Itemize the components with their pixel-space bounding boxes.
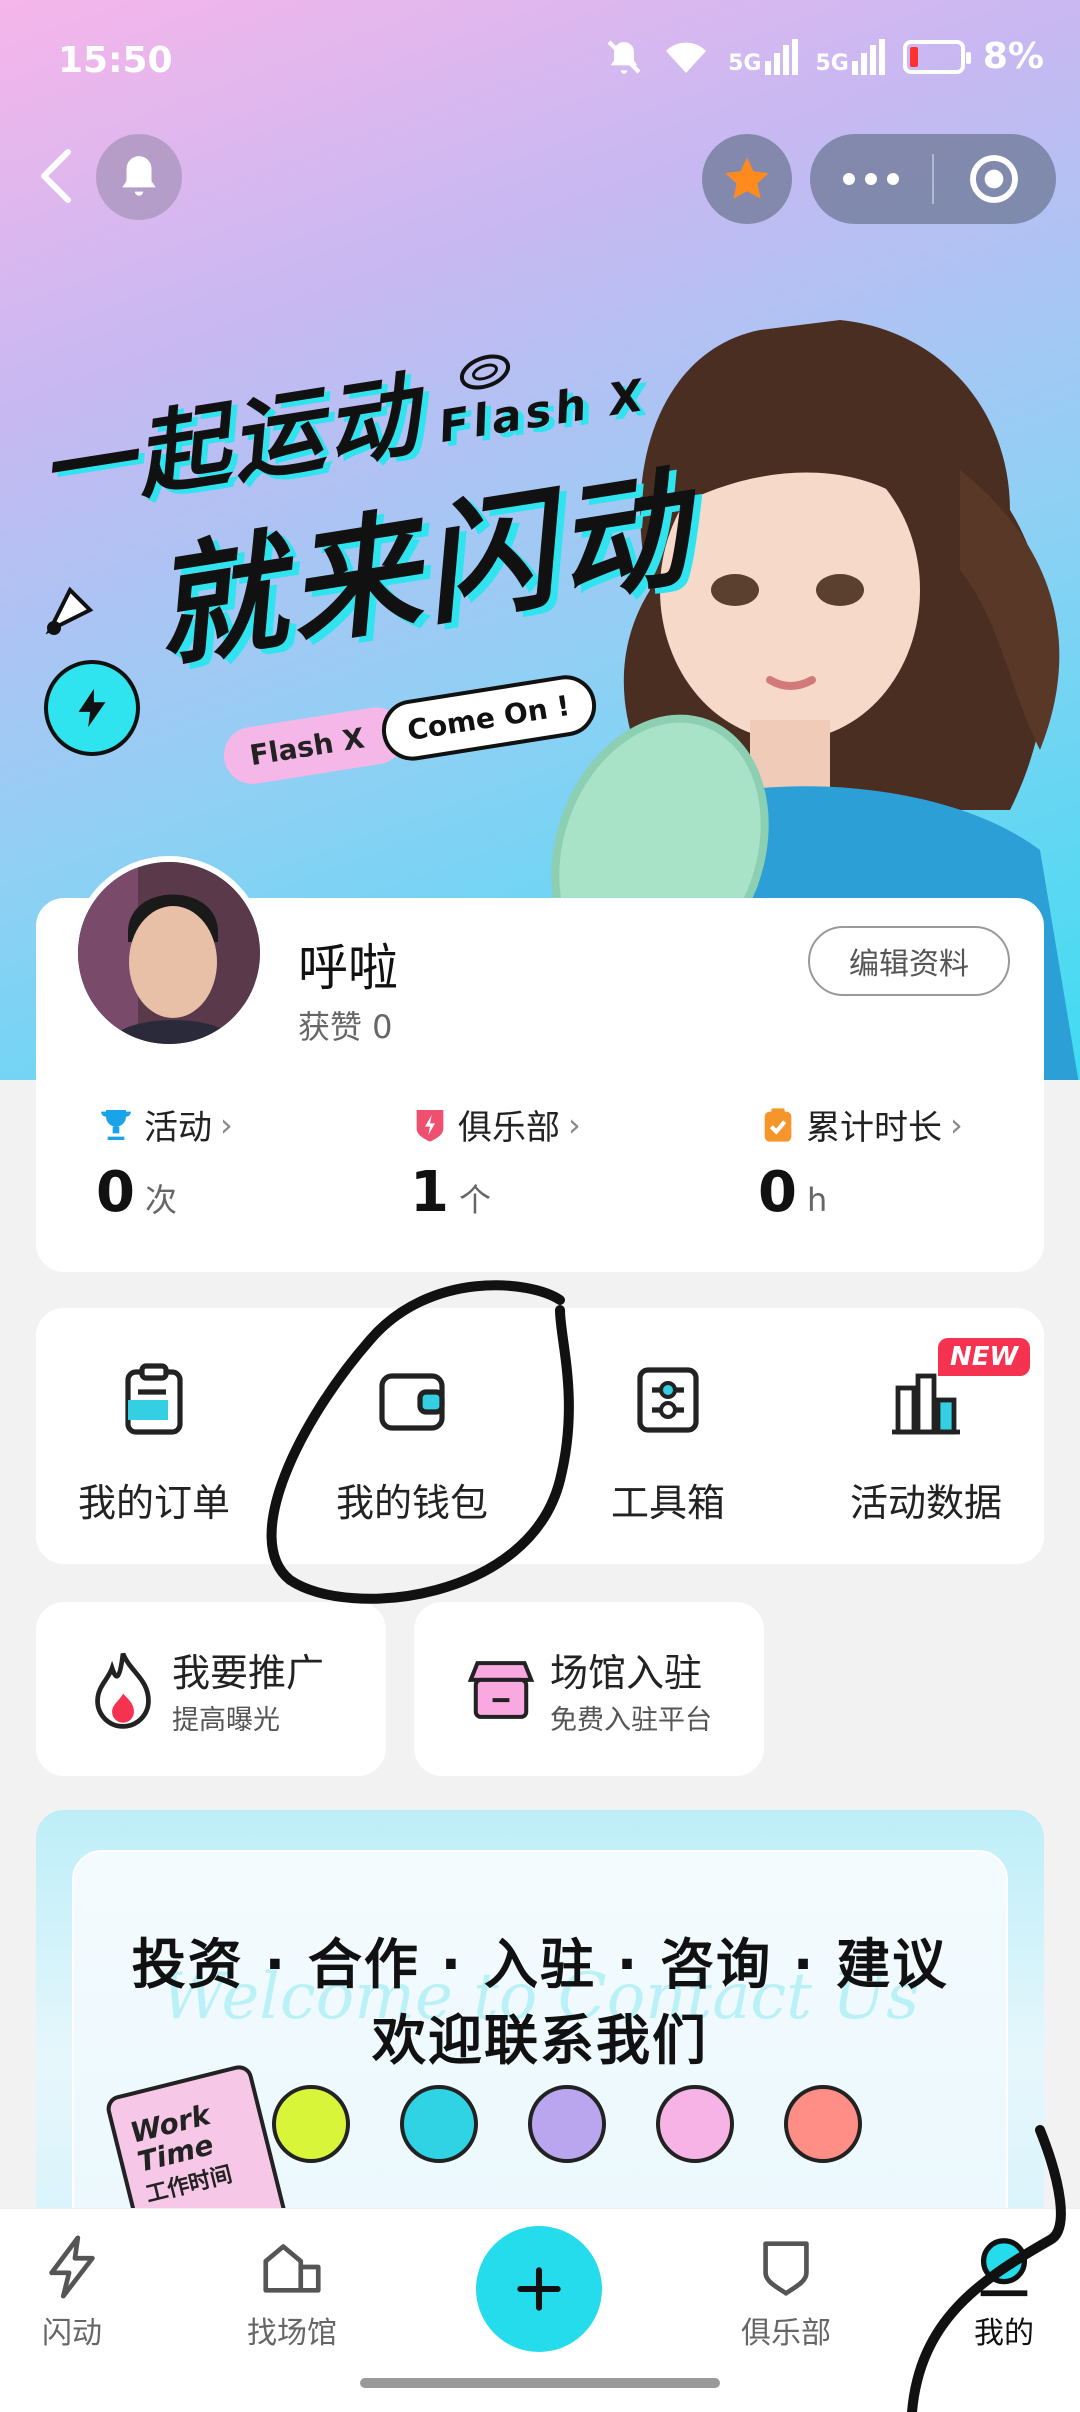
tennis-ball-icon — [272, 2085, 350, 2163]
stat-total-duration[interactable]: 累计时长 › 0h — [758, 1100, 963, 1226]
basketball-icon — [784, 2085, 862, 2163]
order-clipboard-icon — [125, 1363, 183, 1435]
trophy-icon — [101, 1109, 131, 1140]
home-indicator — [360, 2378, 720, 2388]
mute-bell-icon — [607, 40, 641, 74]
menu-label: 我的钱包 — [335, 1481, 488, 1525]
stat-unit: h — [806, 1181, 828, 1219]
nickname: 呼啦 — [298, 939, 398, 997]
close-miniapp-button[interactable] — [934, 134, 1054, 224]
stat-unit: 个 — [458, 1181, 491, 1219]
target-icon — [970, 155, 1018, 203]
stat-unit: 次 — [144, 1181, 177, 1219]
favorite-button[interactable] — [702, 134, 792, 224]
stat-clubs[interactable]: 俱乐部 › 1个 — [410, 1100, 581, 1226]
menu-my-orders[interactable]: 我的订单 — [28, 1360, 280, 1527]
signal-2: 5G — [816, 38, 885, 75]
tab-find-venue[interactable]: 找场馆 — [212, 2232, 372, 2352]
promo-subtitle: 提高曝光 — [172, 1705, 280, 1736]
avatar[interactable] — [72, 856, 266, 1050]
club-shield-outline-icon — [763, 2241, 809, 2296]
promo-title: 我要推广 — [172, 1651, 325, 1695]
menu-label: 我的订单 — [77, 1481, 230, 1525]
stat-label: 俱乐部 — [458, 1108, 560, 1148]
volleyball-icon — [400, 2085, 478, 2163]
tab-label: 我的 — [974, 2316, 1034, 2351]
tab-clubs[interactable]: 俱乐部 — [706, 2232, 866, 2352]
promo-card-venue-join[interactable]: 场馆入驻 免费入驻平台 — [414, 1602, 764, 1776]
contact-line1: 投资 · 合作 · 入驻 · 咨询 · 建议 — [131, 1933, 949, 1996]
stat-activities[interactable]: 活动 › 0次 — [96, 1100, 233, 1226]
bell-icon — [122, 156, 156, 196]
stat-value: 0 — [758, 1160, 797, 1225]
tab-me[interactable]: 我的 — [924, 2232, 1080, 2352]
stat-value: 1 — [410, 1160, 449, 1225]
toolbox-sliders-icon — [637, 1367, 699, 1433]
battery-icon — [902, 39, 971, 74]
soccer-ball-icon — [656, 2085, 734, 2163]
wifi-icon — [666, 42, 707, 73]
stat-label: 累计时长 — [806, 1108, 942, 1148]
venue-building-icon — [263, 2244, 321, 2293]
lightning-badge-icon — [44, 660, 140, 756]
sports-balls — [272, 2085, 862, 2163]
contact-line2: 欢迎联系我们 — [372, 2009, 708, 2072]
clipboard-check-icon — [764, 1107, 792, 1142]
create-activity-button[interactable] — [476, 2226, 602, 2352]
menu-activity-data[interactable]: 活动数据 — [800, 1360, 1052, 1527]
likes-count: 获赞 0 — [298, 1008, 393, 1046]
plus-icon — [517, 2267, 561, 2311]
tab-label: 闪动 — [42, 2316, 102, 2351]
tab-label: 找场馆 — [247, 2316, 337, 2351]
menu-toolbox[interactable]: 工具箱 — [542, 1360, 794, 1527]
club-shield-icon — [416, 1109, 444, 1142]
new-badge: NEW — [938, 1338, 1031, 1376]
tab-flash[interactable]: 闪动 — [0, 2232, 152, 2352]
tab-label: 俱乐部 — [741, 2316, 831, 2351]
more-options-button[interactable] — [810, 134, 932, 224]
stat-label: 活动 — [144, 1108, 212, 1148]
promo-card-advertise[interactable]: 我要推广 提高曝光 — [36, 1602, 386, 1776]
promo-title: 场馆入驻 — [550, 1651, 703, 1695]
menu-label: 活动数据 — [849, 1481, 1002, 1525]
notification-button[interactable] — [96, 134, 182, 220]
avatar-photo — [78, 862, 260, 1044]
pill-brand: Flash X — [219, 703, 409, 789]
menu-label: 工具箱 — [610, 1481, 725, 1525]
signal-1: 5G — [728, 38, 798, 75]
wallet-icon — [379, 1373, 445, 1431]
stat-value: 0 — [96, 1160, 135, 1225]
contact-us-banner[interactable]: Welcome to Contact Us 投资 · 合作 · 入驻 · 咨询 … — [36, 1810, 1044, 2230]
back-arrow-icon[interactable] — [34, 146, 78, 206]
promo-subtitle: 免费入驻平台 — [550, 1705, 712, 1736]
battery-percent: 8% — [982, 36, 1044, 77]
storefront-icon — [467, 1661, 535, 1719]
status-bar: 15:50 5G 5G 8% — [0, 30, 1080, 94]
edit-profile-button[interactable]: 编辑资料 — [808, 926, 1010, 996]
star-icon — [725, 157, 769, 199]
status-time: 15:50 — [58, 40, 173, 81]
frisbee-icon — [528, 2085, 606, 2163]
lightning-icon — [49, 2235, 95, 2299]
menu-my-wallet[interactable]: 我的钱包 — [286, 1360, 538, 1527]
flame-icon — [95, 1650, 151, 1729]
profile-active-icon — [980, 2238, 1028, 2297]
miniapp-capsule — [810, 134, 1056, 224]
